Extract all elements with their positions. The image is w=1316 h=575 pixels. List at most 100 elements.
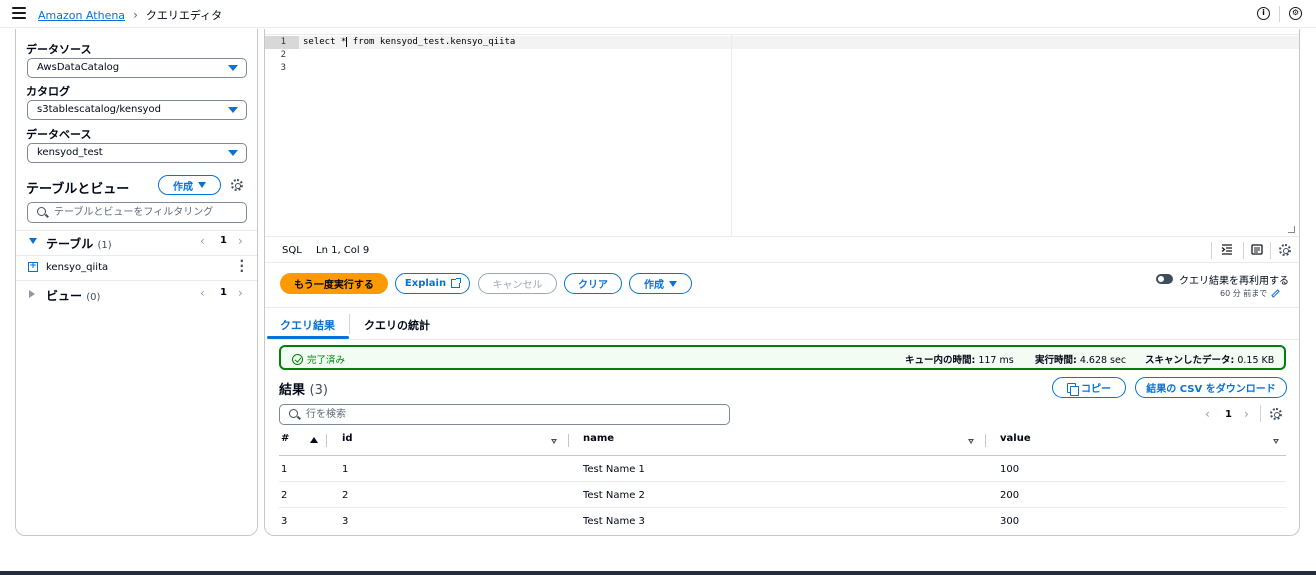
tables-page-number: 1 <box>220 235 227 246</box>
tab-query-results[interactable]: クエリ結果 <box>280 317 335 333</box>
run-again-button[interactable]: もう一度実行する <box>280 273 388 294</box>
table-row-divider <box>279 507 1286 508</box>
caret-down-icon[interactable] <box>29 238 37 244</box>
gear-icon[interactable] <box>1279 244 1291 256</box>
database-select[interactable]: kensyod_test <box>27 143 247 163</box>
queue-time-value: 117 ms <box>978 355 1014 366</box>
data-scanned-value: 0.15 KB <box>1237 355 1275 366</box>
status-badge: 完了済み <box>292 352 345 366</box>
format-query-icon[interactable] <box>1251 244 1263 255</box>
datasource-label: データソース <box>26 43 92 56</box>
results-title: 結果 <box>279 383 306 398</box>
download-csv-button[interactable]: 結果の CSV をダウンロード <box>1135 377 1287 398</box>
reuse-age-text: 60 分 前まで <box>1220 289 1268 298</box>
divider <box>1260 405 1261 422</box>
explain-button[interactable]: Explain <box>395 273 470 294</box>
expand-plus-icon[interactable]: + <box>28 262 38 272</box>
explain-label: Explain <box>404 278 447 289</box>
divider <box>1243 242 1244 259</box>
data-sidebar: データソース AwsDataCatalog カタログ s3tablescatal… <box>15 29 258 536</box>
results-count: (3) <box>309 383 328 398</box>
database-value: kensyod_test <box>37 147 103 158</box>
table-row-divider <box>279 481 1286 482</box>
more-actions-icon[interactable]: · · · <box>239 255 244 277</box>
views-label: ビュー <box>46 289 83 303</box>
code-line[interactable]: select * from kensyod_test.kensyo_qiita <box>299 36 1299 49</box>
tables-views-title: テーブルとビュー <box>26 182 130 197</box>
cell-index: 3 <box>281 516 288 527</box>
settings-icon[interactable]: ⚙ <box>1289 7 1302 20</box>
sort-ascending-icon[interactable] <box>310 437 318 443</box>
queue-time-label: キュー内の時間: <box>905 355 976 366</box>
cell-index: 2 <box>281 490 288 501</box>
column-divider[interactable] <box>985 434 986 447</box>
table-item[interactable]: + kensyo_qiita · · · <box>16 255 257 280</box>
line-number: 2 <box>280 50 286 60</box>
create-button[interactable]: 作成 <box>629 273 692 294</box>
column-divider[interactable] <box>568 434 569 447</box>
views-group[interactable]: ビュー (0) ‹ 1 › <box>16 282 257 306</box>
table-header-divider <box>279 455 1286 456</box>
column-header-name[interactable]: name <box>583 433 614 444</box>
indent-icon[interactable] <box>1221 244 1233 255</box>
catalog-select[interactable]: s3tablescatalog/kensyod <box>27 100 247 120</box>
table-item-name: kensyo_qiita <box>46 262 109 273</box>
chevron-right-icon[interactable]: › <box>1244 407 1249 421</box>
sort-icon[interactable] <box>1273 439 1279 444</box>
cell-index: 1 <box>281 464 288 475</box>
column-header-value[interactable]: value <box>1000 433 1031 444</box>
clear-button[interactable]: クリア <box>564 273 622 294</box>
column-header-id[interactable]: id <box>342 433 353 444</box>
results-heading: 結果 (3) <box>279 379 328 398</box>
breadcrumb-current: クエリエディタ <box>145 9 223 22</box>
gear-icon[interactable] <box>231 179 243 191</box>
code-text-b: from kensyod_test.kensyo_qiita <box>347 37 516 47</box>
query-status-banner: 完了済み キュー内の時間: 117 ms 実行時間: 4.628 sec スキャ… <box>279 345 1286 370</box>
chevron-left-icon[interactable]: ‹ <box>200 286 205 300</box>
edit-pencil-icon[interactable] <box>1271 289 1281 298</box>
cancel-button[interactable]: キャンセル <box>478 273 557 294</box>
views-group-label: ビュー (0) <box>46 287 100 304</box>
copy-button[interactable]: コピー <box>1052 377 1126 398</box>
table-filter-input[interactable]: テーブルとビューをフィルタリング <box>27 202 247 223</box>
caret-down-icon <box>669 280 677 287</box>
datasource-select[interactable]: AwsDataCatalog <box>27 58 247 78</box>
editor-status-bar: SQL Ln 1, Col 9 <box>265 236 1299 263</box>
copy-icon <box>1067 382 1079 396</box>
search-icon <box>289 409 298 418</box>
chevron-left-icon[interactable]: ‹ <box>1205 407 1210 421</box>
divider <box>1270 242 1271 259</box>
row-search-input[interactable]: 行を検索 <box>279 404 730 425</box>
gear-icon[interactable] <box>1270 408 1282 420</box>
line-number: 3 <box>280 63 286 73</box>
breadcrumb-athena-link[interactable]: Amazon Athena <box>38 9 125 22</box>
execution-time: 実行時間: 4.628 sec <box>1035 352 1126 366</box>
sort-icon[interactable] <box>968 439 974 444</box>
create-label: 作成 <box>173 181 193 193</box>
row-search-placeholder: 行を検索 <box>306 409 346 420</box>
column-divider[interactable] <box>326 434 327 447</box>
reuse-results-label: クエリ結果を再利用する <box>1179 276 1289 287</box>
chevron-right-icon[interactable]: › <box>238 234 243 248</box>
execution-time-label: 実行時間: <box>1035 355 1077 366</box>
chevron-right-icon[interactable]: › <box>238 286 243 300</box>
editor-language: SQL <box>282 245 302 256</box>
code-text-a: select * <box>303 37 347 47</box>
tab-query-stats[interactable]: クエリの統計 <box>364 317 430 333</box>
tables-count: (1) <box>97 240 112 251</box>
tables-group[interactable]: テーブル (1) ‹ 1 › <box>16 230 257 254</box>
cursor-position: Ln 1, Col 9 <box>316 245 370 256</box>
resize-handle-icon[interactable] <box>1288 226 1295 233</box>
catalog-value: s3tablescatalog/kensyod <box>37 104 161 115</box>
chevron-left-icon[interactable]: ‹ <box>200 234 205 248</box>
sort-icon[interactable] <box>551 439 557 444</box>
external-link-icon <box>451 278 462 288</box>
reuse-results-toggle[interactable] <box>1156 274 1173 284</box>
create-label: 作成 <box>644 280 664 291</box>
sql-editor[interactable]: 1 2 3 select * from kensyod_test.kensyo_… <box>265 34 1299 237</box>
menu-icon[interactable] <box>12 7 26 19</box>
column-header-index[interactable]: # <box>281 433 289 444</box>
info-icon[interactable]: i <box>1257 7 1270 20</box>
create-table-button[interactable]: 作成 <box>158 175 221 195</box>
caret-right-icon[interactable] <box>29 290 35 298</box>
